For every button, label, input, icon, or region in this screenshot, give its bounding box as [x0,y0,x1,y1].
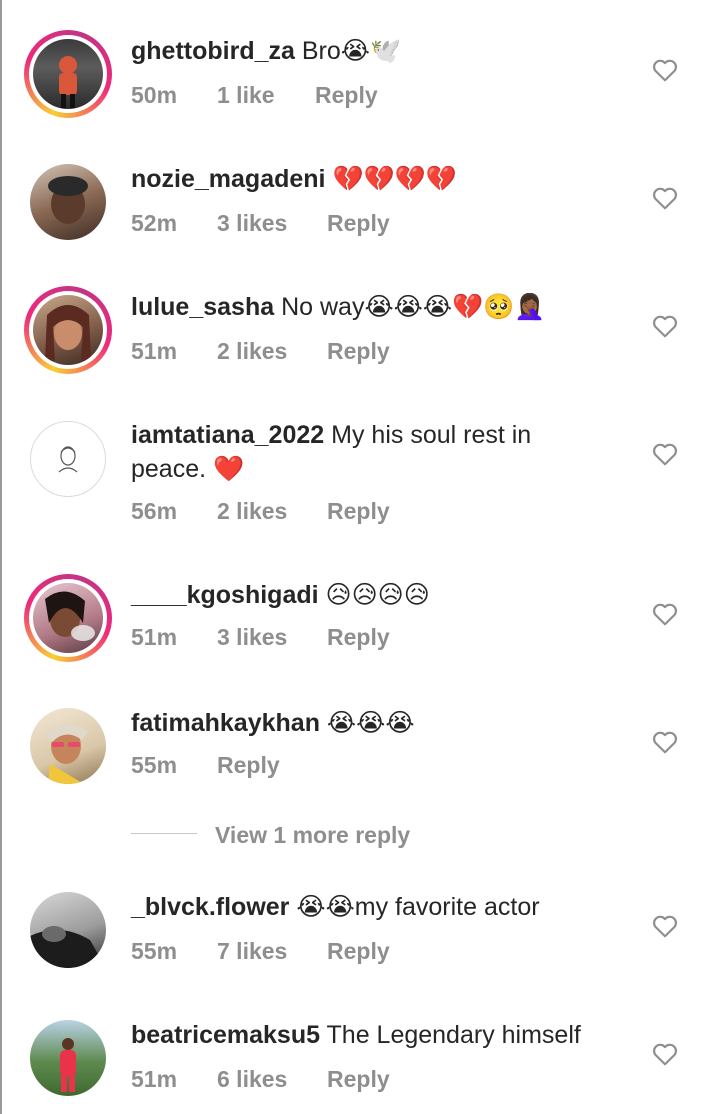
heart-outline-icon[interactable] [652,730,678,754]
comment-username[interactable]: nozie_magadeni [131,165,326,193]
avatar-photo [46,723,88,784]
reply-button[interactable]: Reply [217,750,280,780]
comment-time: 55m [131,752,178,778]
comment-time: 56m [131,498,178,524]
avatar-photo [60,1038,76,1092]
avatar-photo [59,56,77,108]
view-more-replies-button[interactable]: View 1 more reply [0,818,720,852]
avatar[interactable] [30,1020,106,1096]
comment-username[interactable]: ____kgoshigadi [131,581,319,609]
comment-text: lulue_sasha No way😭😭😭💔🥺🤦🏾‍♀️ [131,290,631,324]
reply-button[interactable]: Reply [327,496,390,526]
comment-username[interactable]: lulue_sasha [131,293,274,321]
avatar-photo [45,305,91,361]
comment-username[interactable]: beatricemaksu5 [131,1021,320,1049]
comment-body: 💔💔💔💔 [332,165,457,193]
comment-time: 51m [131,1066,178,1092]
heart-outline-icon[interactable] [652,602,678,626]
comment-likes[interactable]: 3 likes [217,622,287,652]
comment-username[interactable]: ghettobird_za [131,37,295,65]
heart-outline-icon[interactable] [652,914,678,938]
comment-text: nozie_magadeni 💔💔💔💔 [131,162,631,196]
comment-likes[interactable]: 6 likes [217,1064,287,1094]
comment-body: 😭😭😭 [326,709,415,737]
avatar-photo [45,591,95,641]
view-more-replies-label: View 1 more reply [215,822,411,848]
heart-outline-icon[interactable] [652,314,678,338]
heart-outline-icon[interactable] [652,442,678,466]
avatar[interactable] [24,574,112,662]
avatar[interactable] [24,30,112,118]
comment-time: 55m [131,938,178,964]
avatar[interactable] [24,286,112,374]
reply-button[interactable]: Reply [327,622,390,652]
screen-edge [0,0,2,1114]
comment-time: 51m [131,338,178,364]
avatar-photo [48,176,88,224]
comment-body: 😭😭my favorite actor [296,893,540,921]
avatar-photo [30,926,106,968]
avatar[interactable] [30,892,106,968]
comment-body: No way😭😭😭💔🥺🤦🏾‍♀️ [281,293,546,321]
avatar[interactable] [30,708,106,784]
divider [131,833,197,834]
comment-body: Bro😭🕊️ [301,37,402,65]
comment-username[interactable]: iamtatiana_2022 [131,421,324,449]
reply-button[interactable]: Reply [327,208,390,238]
reply-button[interactable]: Reply [327,936,390,966]
comment-likes[interactable]: 3 likes [217,208,287,238]
comment-body: 😥😥😥😥 [325,581,430,609]
comment-likes[interactable]: 2 likes [217,336,287,366]
avatar[interactable] [30,164,106,240]
avatar[interactable] [30,421,106,497]
comment-likes[interactable]: 2 likes [217,496,287,526]
comment-likes[interactable]: 7 likes [217,936,287,966]
reply-button[interactable]: Reply [327,336,390,366]
comment-time: 52m [131,210,178,236]
comment-body: The Legendary himself [326,1021,581,1049]
comment-text: _blvck.flower 😭😭my favorite actor [131,890,631,924]
comment-username[interactable]: fatimahkaykhan [131,709,320,737]
comment-text: ghettobird_za Bro😭🕊️ [131,34,631,68]
comment-text: iamtatiana_2022 My his soul rest in peac… [131,418,601,486]
heart-outline-icon[interactable] [652,58,678,82]
comment-username[interactable]: _blvck.flower [131,893,289,921]
heart-outline-icon[interactable] [652,1042,678,1066]
comment-time: 51m [131,624,178,650]
default-avatar-icon [58,446,78,473]
comment-text: fatimahkaykhan 😭😭😭 [131,706,631,740]
reply-button[interactable]: Reply [327,1064,390,1094]
comment-text: ____kgoshigadi 😥😥😥😥 [131,578,631,612]
comment-text: beatricemaksu5 The Legendary himself [131,1018,631,1052]
reply-button[interactable]: Reply [315,80,378,110]
heart-outline-icon[interactable] [652,186,678,210]
comment-time: 50m [131,82,178,108]
comment-likes[interactable]: 1 like [217,80,275,110]
